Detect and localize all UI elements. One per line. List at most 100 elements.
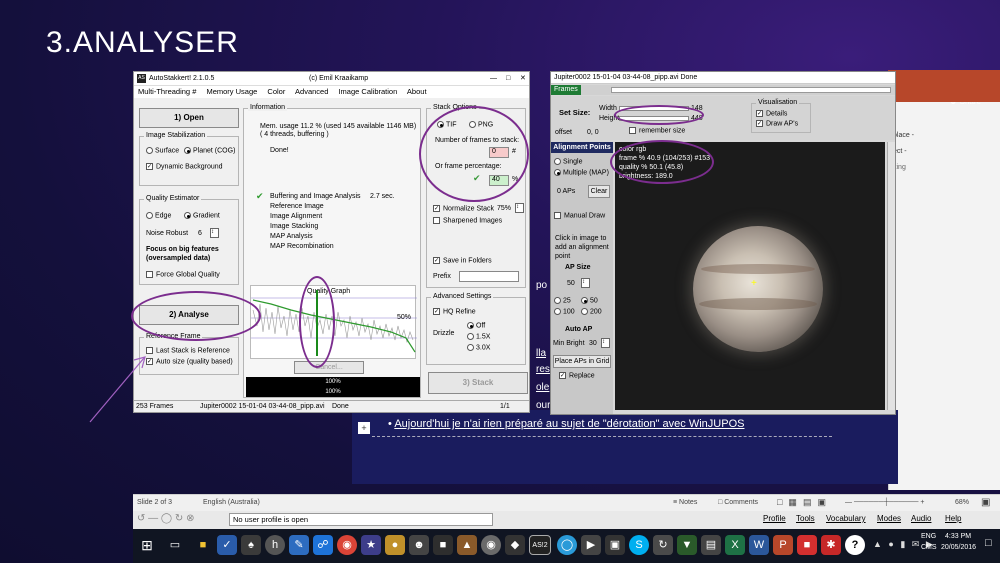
app-icon[interactable]: ☍ [313, 535, 333, 555]
menu-memory[interactable]: Memory Usage [206, 87, 257, 96]
windows-start-icon[interactable]: ⊞ [137, 535, 157, 555]
minimize-icon[interactable]: — [490, 72, 497, 86]
language-indicator[interactable]: English (Australia) [203, 499, 260, 506]
details-checkbox[interactable]: ✓ Details [756, 110, 787, 117]
clear-button[interactable]: Clear [588, 185, 610, 198]
frames-tab[interactable]: Frames [551, 85, 581, 95]
save-folders-checkbox[interactable]: ✓ Save in Folders [433, 257, 492, 264]
app-icon[interactable]: ■ [433, 535, 453, 555]
hq-refine-checkbox[interactable]: ✓ HQ Refine [433, 308, 476, 315]
spinner-icon[interactable]: ↕ [581, 278, 590, 288]
app-icon[interactable]: ✎ [289, 535, 309, 555]
surface-radio[interactable]: Surface [146, 147, 179, 154]
skype-icon[interactable]: S [629, 535, 649, 555]
menu-profile[interactable]: Profile [763, 514, 786, 523]
app-icon[interactable]: ▲ [457, 535, 477, 555]
slide-bullet[interactable]: • Aujourd'hui je n'ai rien préparé au su… [388, 418, 744, 430]
frame-slider[interactable] [611, 87, 891, 93]
sharpened-checkbox[interactable]: Sharpened Images [433, 217, 502, 224]
stack-button[interactable]: 3) Stack [428, 372, 528, 394]
app-icon[interactable]: ★ [361, 535, 381, 555]
app-icon[interactable]: ▤ [701, 535, 721, 555]
multiple-map-radio[interactable]: Multiple (MAP) [554, 169, 609, 176]
file-explorer-icon[interactable]: ■ [193, 535, 213, 555]
plus-icon[interactable]: + [358, 422, 370, 434]
force-global-checkbox[interactable]: Force Global Quality [146, 271, 220, 278]
close-icon[interactable]: ✕ [520, 72, 526, 86]
menu-help[interactable]: Help [945, 514, 961, 523]
hp-icon[interactable]: h [265, 535, 285, 555]
app-icon[interactable]: ▶ [581, 535, 601, 555]
chrome-icon[interactable]: ◉ [337, 535, 357, 555]
zoom-level[interactable]: 68% [955, 499, 969, 506]
clock-time[interactable]: 4:33 PM [945, 533, 971, 540]
menu-multithreading[interactable]: Multi-Threading # [138, 87, 196, 96]
vertical-scrollbar[interactable] [887, 142, 895, 410]
app-icon[interactable]: ▼ [677, 535, 697, 555]
planet-radio[interactable]: Planet (COG) [184, 147, 235, 154]
menu-color[interactable]: Color [267, 87, 285, 96]
menu-about[interactable]: About [407, 87, 427, 96]
app-icon[interactable]: ▣ [605, 535, 625, 555]
zoom-slider[interactable]: — ──────┼────── + [845, 499, 924, 506]
drizzle-30x-radio[interactable]: 3.0X [467, 344, 490, 351]
word-icon[interactable]: W [749, 535, 769, 555]
ap-size-25-radio[interactable]: 25 [554, 297, 571, 304]
app-icon[interactable]: ✱ [821, 535, 841, 555]
drizzle-off-radio[interactable]: Off [467, 322, 485, 329]
remember-size-checkbox[interactable]: remember size [629, 127, 685, 134]
last-stack-checkbox[interactable]: Last Stack is Reference [146, 347, 230, 354]
ap-size-value[interactable]: 50 [567, 280, 575, 287]
draw-aps-checkbox[interactable]: ✓ Draw AP's [756, 120, 798, 127]
noise-robust-value[interactable]: 6 [198, 230, 202, 237]
comments-button[interactable]: □ Comments [718, 499, 758, 506]
excel-icon[interactable]: X [725, 535, 745, 555]
input-method-label[interactable]: CMS [921, 544, 937, 551]
app-icon[interactable]: ✓ [217, 535, 237, 555]
normalize-checkbox[interactable]: ✓ Normalize Stack [433, 205, 494, 212]
drizzle-15x-radio[interactable]: 1.5X [467, 333, 490, 340]
place-aps-button[interactable]: Place APs in Grid [553, 355, 611, 368]
undo-icons[interactable]: ↺ — ◯ ↻ ⊗ [137, 513, 194, 524]
spinner-icon[interactable]: ↕ [601, 338, 610, 348]
powerpoint-icon[interactable]: P [773, 535, 793, 555]
app-icon[interactable]: ◯ [557, 535, 577, 555]
auto-size-checkbox[interactable]: ✓ Auto size (quality based) [146, 358, 233, 365]
cancel-button[interactable]: Cancel... [294, 361, 364, 374]
app-icon[interactable]: ● [385, 535, 405, 555]
spinner-icon[interactable]: ↕ [210, 228, 219, 238]
notes-button[interactable]: ≡ Notes [673, 499, 697, 506]
menu-calibration[interactable]: Image Calibration [338, 87, 397, 96]
spinner-icon[interactable]: ↕ [515, 203, 524, 213]
ribbon-item-replace[interactable]: place - [893, 132, 914, 139]
gradient-radio[interactable]: Gradient [184, 212, 220, 219]
view-buttons[interactable]: □▦▤▣ [777, 497, 832, 508]
app-icon[interactable]: ◆ [505, 535, 525, 555]
clock-date[interactable]: 20/05/2016 [941, 544, 976, 551]
ap-size-100-radio[interactable]: 100 [554, 308, 575, 315]
edge-radio[interactable]: Edge [146, 212, 171, 219]
help-icon[interactable]: ? [845, 535, 865, 555]
task-view-icon[interactable]: ▭ [165, 535, 185, 555]
manual-draw-checkbox[interactable]: Manual Draw [554, 212, 605, 219]
menu-tools[interactable]: Tools [796, 514, 815, 523]
normalize-percent[interactable]: 75% [497, 205, 511, 212]
notification-icon[interactable]: □ [985, 537, 992, 549]
ap-size-50-radio[interactable]: 50 [581, 297, 598, 304]
maximize-icon[interactable]: □ [506, 72, 510, 86]
fit-slide-icon[interactable]: ▣ [981, 497, 990, 508]
prefix-input[interactable] [459, 271, 519, 282]
app-icon[interactable]: ↻ [653, 535, 673, 555]
menu-audio[interactable]: Audio [911, 514, 931, 523]
replace-checkbox[interactable]: ✓ Replace [559, 372, 595, 379]
ap-size-200-radio[interactable]: 200 [581, 308, 602, 315]
open-button[interactable]: 1) Open [139, 108, 239, 128]
menu-vocabulary[interactable]: Vocabulary [826, 514, 866, 523]
app-icon[interactable]: ♠ [241, 535, 261, 555]
app-icon[interactable]: ◉ [481, 535, 501, 555]
min-bright-value[interactable]: 30 [589, 340, 597, 347]
menu-modes[interactable]: Modes [877, 514, 901, 523]
single-radio[interactable]: Single [554, 158, 582, 165]
app-icon[interactable]: ☻ [409, 535, 429, 555]
menu-advanced[interactable]: Advanced [295, 87, 328, 96]
